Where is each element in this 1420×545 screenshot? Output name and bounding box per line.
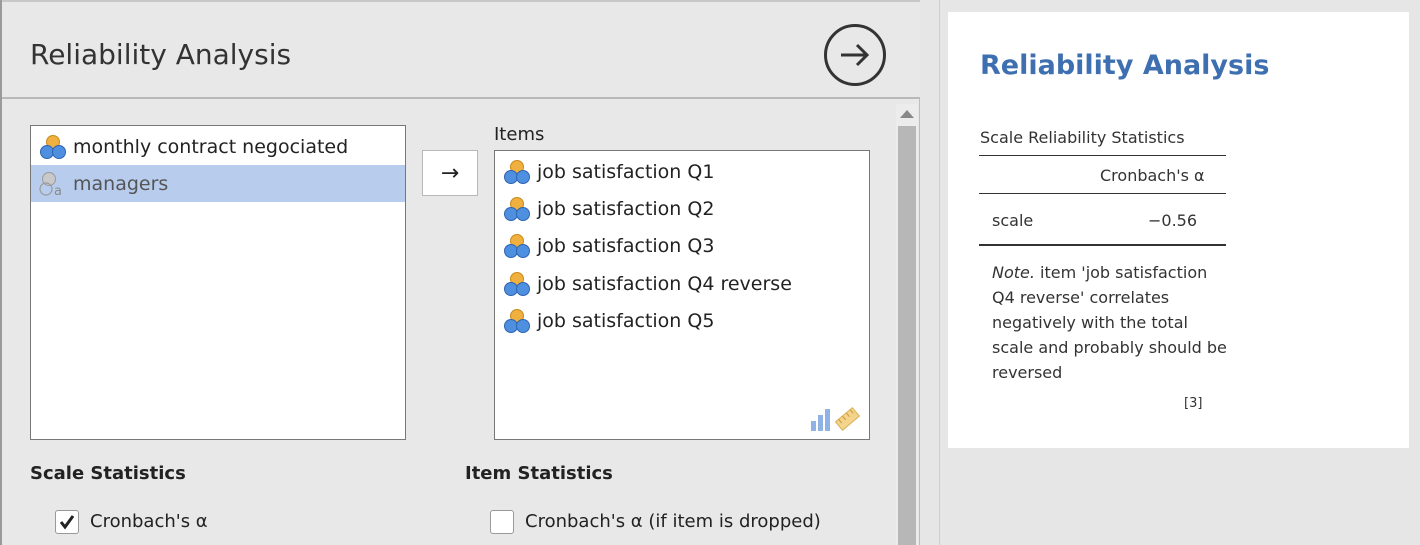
panel-splitter[interactable]: [920, 0, 940, 545]
scroll-up-icon[interactable]: [900, 110, 914, 118]
item-label: job satisfaction Q3: [537, 234, 715, 257]
variable-label: managers: [73, 172, 169, 195]
item-entry[interactable]: job satisfaction Q1: [495, 153, 869, 190]
cronbach-alpha-dropped-checkbox[interactable]: [490, 510, 514, 534]
variable-item-monthly-contract[interactable]: monthly contract negociated: [31, 128, 405, 165]
item-entry[interactable]: job satisfaction Q4 reverse: [495, 265, 869, 302]
continuous-variable-icon: [504, 233, 530, 258]
nominal-text-variable-icon: a: [39, 171, 62, 198]
table-header-rule: [979, 193, 1226, 194]
collapse-options-button[interactable]: [824, 24, 886, 86]
item-entry[interactable]: job satisfaction Q5: [495, 302, 869, 339]
item-entry[interactable]: job satisfaction Q3: [495, 227, 869, 264]
scroll-thumb[interactable]: [898, 126, 916, 545]
table-row-value: −0.56: [1148, 211, 1198, 230]
item-statistics-heading: Item Statistics: [465, 463, 613, 484]
continuous-variable-icon: [504, 196, 530, 221]
items-label: Items: [494, 124, 545, 145]
table-title: Scale Reliability Statistics: [980, 128, 1185, 147]
checkmark-icon: [59, 515, 75, 530]
table-top-rule: [979, 155, 1226, 156]
item-label: job satisfaction Q1: [537, 160, 715, 183]
continuous-variable-icon: [40, 134, 66, 159]
move-to-items-button[interactable]: →: [422, 150, 478, 196]
analysis-title: Reliability Analysis: [30, 38, 292, 71]
svg-text:a: a: [54, 184, 62, 198]
continuous-variable-icon: [504, 159, 530, 184]
cronbach-alpha-label: Cronbach's α: [90, 511, 208, 532]
item-label: job satisfaction Q2: [537, 197, 715, 220]
results-panel: Reliability Analysis Scale Reliability S…: [948, 12, 1409, 448]
table-column-header: Cronbach's α: [1100, 166, 1205, 185]
variable-item-managers[interactable]: a managers: [31, 165, 405, 202]
item-entry[interactable]: job satisfaction Q2: [495, 190, 869, 227]
item-label: job satisfaction Q5: [537, 309, 715, 332]
table-bottom-rule: [979, 244, 1226, 246]
note-label: Note.: [992, 263, 1035, 282]
arrow-right-icon: →: [440, 160, 460, 186]
options-panel: Reliability Analysis monthly contract ne…: [0, 0, 920, 545]
arrow-right-circle-icon: [841, 43, 870, 67]
options-header: Reliability Analysis: [2, 0, 920, 99]
options-scrollbar[interactable]: [896, 104, 918, 545]
item-label: job satisfaction Q4 reverse: [537, 272, 792, 295]
cronbach-alpha-checkbox[interactable]: [55, 510, 79, 534]
continuous-variable-icon: [504, 308, 530, 333]
cronbach-alpha-dropped-label: Cronbach's α (if item is dropped): [525, 511, 821, 532]
reference-link[interactable]: [3]: [1184, 396, 1202, 411]
variable-label: monthly contract negociated: [73, 135, 349, 158]
table-row-label: scale: [992, 211, 1034, 230]
scale-statistics-heading: Scale Statistics: [30, 463, 186, 484]
measure-type-icon: [811, 406, 861, 431]
items-list[interactable]: job satisfaction Q1 job satisfaction Q2 …: [494, 150, 870, 440]
continuous-variable-icon: [504, 271, 530, 296]
variables-list[interactable]: monthly contract negociated a managers: [30, 125, 406, 440]
results-title: Reliability Analysis: [980, 50, 1270, 81]
table-note: Note. item 'job satisfaction Q4 reverse'…: [992, 260, 1232, 385]
